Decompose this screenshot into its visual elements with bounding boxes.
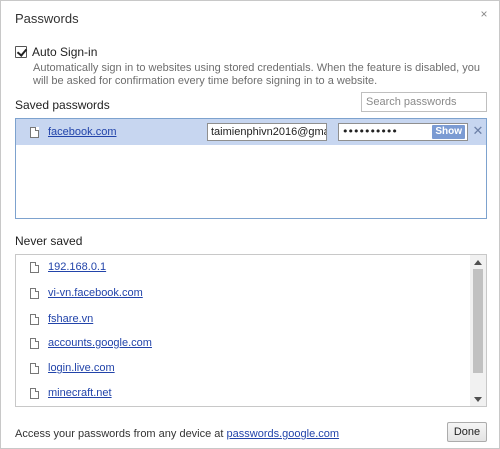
auto-signin-checkbox[interactable] [15,46,27,58]
page-icon [30,362,39,374]
auto-signin-description: Automatically sign in to websites using … [33,62,480,87]
never-saved-site-link[interactable]: accounts.google.com [48,337,152,349]
list-item[interactable]: accounts.google.com [16,333,468,353]
dialog-title: Passwords [15,11,79,26]
close-icon[interactable]: × [477,7,491,21]
footer-text: Access your passwords from any device at… [15,428,339,440]
scroll-thumb[interactable] [473,269,483,373]
page-icon [30,126,39,138]
auto-signin-label: Auto Sign-in [32,45,98,59]
search-passwords-input[interactable] [361,92,487,112]
page-icon [30,287,39,299]
scroll-up-icon[interactable] [470,256,486,268]
list-item[interactable]: login.live.com [16,358,468,378]
page-icon [30,387,39,399]
never-saved-site-link[interactable]: fshare.vn [48,313,93,325]
passwords-dialog: Passwords × Auto Sign-in Automatically s… [0,0,500,449]
page-icon [30,261,39,273]
list-item[interactable]: 192.168.0.1 [16,257,468,277]
never-saved-site-link[interactable]: login.live.com [48,362,115,374]
footer-caption: Access your passwords from any device at [15,428,227,440]
scroll-down-icon[interactable] [470,393,486,405]
page-icon [30,337,39,349]
never-saved-site-link[interactable]: 192.168.0.1 [48,261,106,273]
saved-password-row[interactable]: facebook.com taimienphivn2016@gmail.com … [16,119,486,145]
never-saved-heading: Never saved [15,234,83,248]
list-item[interactable]: vi-vn.facebook.com [16,283,468,303]
username-field[interactable]: taimienphivn2016@gmail.com [207,123,327,141]
password-field[interactable]: •••••••••• Show [338,123,468,141]
auto-signin-row[interactable]: Auto Sign-in [15,45,97,59]
scrollbar[interactable] [470,255,486,406]
page-icon [30,313,39,325]
list-item[interactable]: fshare.vn [16,309,468,329]
never-saved-site-link[interactable]: minecraft.net [48,387,112,399]
list-item[interactable]: minecraft.net [16,383,468,403]
passwords-google-link[interactable]: passwords.google.com [227,428,340,440]
password-mask: •••••••••• [342,125,398,138]
never-saved-site-link[interactable]: vi-vn.facebook.com [48,287,143,299]
saved-passwords-heading: Saved passwords [15,98,110,112]
saved-passwords-list: facebook.com taimienphivn2016@gmail.com … [15,118,487,219]
done-button[interactable]: Done [447,422,487,442]
show-password-button[interactable]: Show [432,125,465,139]
remove-icon[interactable]: ✕ [472,124,484,138]
never-saved-list: 192.168.0.1 vi-vn.facebook.com fshare.vn… [15,254,487,407]
saved-site-link[interactable]: facebook.com [48,126,198,138]
